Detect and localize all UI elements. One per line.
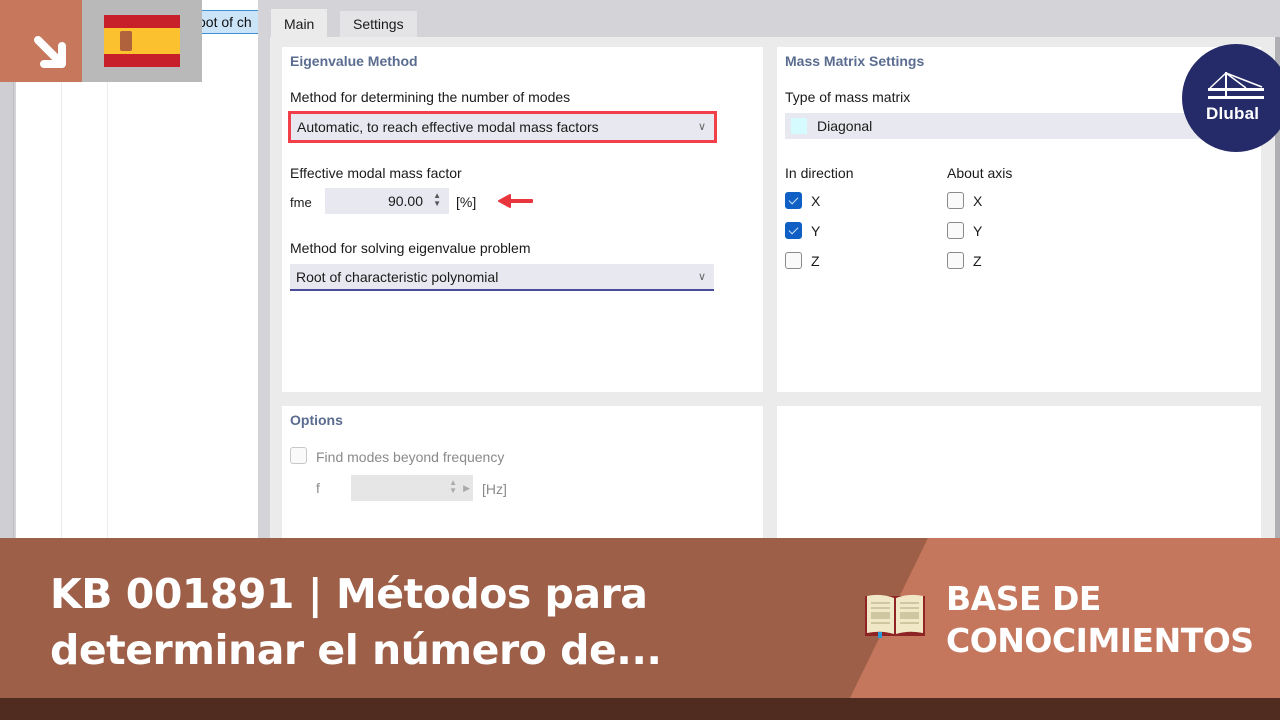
solve-method-dropdown[interactable]: Root of characteristic polynomial ∨ (290, 264, 714, 291)
section-title: Eigenvalue Method (290, 53, 418, 69)
tab-main[interactable]: Main (271, 9, 328, 37)
axis-x-label: X (973, 193, 983, 209)
factor-value: 90.00 (387, 193, 423, 209)
axis-z-checkbox[interactable] (947, 252, 964, 269)
find-modes-label: Find modes beyond frequency (316, 449, 505, 465)
solve-method-label: Method for solving eigenvalue problem (290, 240, 531, 256)
direction-z-checkbox[interactable] (785, 252, 802, 269)
about-axis-label: About axis (947, 165, 1013, 181)
axis-z-label: Z (973, 253, 982, 269)
open-book-icon (865, 594, 925, 638)
factor-label: Effective modal mass factor (290, 165, 462, 181)
find-modes-checkbox[interactable] (290, 447, 307, 464)
annotation-arrow-icon (498, 194, 533, 208)
factor-symbol: fme (290, 195, 312, 210)
in-direction-label: In direction (785, 165, 854, 181)
spain-flag-icon (104, 15, 180, 67)
chevron-down-icon: ∨ (697, 121, 706, 133)
color-swatch (791, 118, 807, 134)
modes-method-label: Method for determining the number of mod… (290, 89, 571, 105)
category-label: BASE DE CONOCIMIENTOS (946, 579, 1254, 660)
direction-z-label: Z (811, 253, 820, 269)
play-arrow-icon[interactable]: ▶ (463, 475, 470, 501)
direction-y-label: Y (811, 223, 821, 239)
corner-badge (0, 0, 82, 82)
section-title: Options (290, 412, 343, 428)
mass-matrix-type-label: Type of mass matrix (785, 89, 911, 105)
direction-x-label: X (811, 193, 821, 209)
language-badge (82, 0, 202, 82)
freq-unit: [Hz] (482, 481, 507, 497)
arrow-down-right-icon (34, 36, 66, 68)
chevron-down-icon: ∨ (697, 271, 706, 283)
options-panel: Options Find modes beyond frequency f ▲ ▼… (282, 406, 763, 546)
eigenvalue-method-panel: Eigenvalue Method Method for determining… (282, 47, 763, 392)
section-title: Mass Matrix Settings (785, 53, 925, 69)
factor-unit: [%] (456, 194, 477, 210)
tab-settings[interactable]: Settings (340, 11, 417, 37)
axis-y-label: Y (973, 223, 983, 239)
footer-strip (0, 698, 1280, 720)
direction-y-checkbox[interactable] (785, 222, 802, 239)
axis-y-checkbox[interactable] (947, 222, 964, 239)
modes-method-value: Automatic, to reach effective modal mass… (297, 119, 599, 135)
tab-bar: Main Settings (270, 0, 1280, 37)
bridge-logo-icon (1208, 72, 1264, 99)
kb-banner: KB 001891 | Métodos para determinar el n… (0, 538, 1280, 698)
modes-method-dropdown[interactable]: Automatic, to reach effective modal mass… (288, 111, 717, 143)
mass-matrix-type-value: Diagonal (817, 118, 873, 134)
axis-x-checkbox[interactable] (947, 192, 964, 209)
factor-spinbox[interactable]: 90.00 ▲ ▼ (325, 188, 449, 214)
tree-selected-item[interactable]: oot of ch (196, 10, 258, 34)
freq-symbol: f (316, 480, 320, 496)
spin-arrows-icon[interactable]: ▲ ▼ (433, 192, 441, 208)
banner-title: KB 001891 | Métodos para determinar el n… (50, 570, 662, 674)
logo-text: Dlubal (1206, 104, 1260, 123)
direction-x-checkbox[interactable] (785, 192, 802, 209)
spin-arrows-icon[interactable]: ▲ ▼ (449, 479, 457, 495)
modal-analysis-settings-dialog: Main Settings Eigenvalue Method Method f… (270, 0, 1280, 546)
empty-panel (777, 406, 1261, 546)
solve-method-value: Root of characteristic polynomial (296, 269, 499, 285)
dlubal-logo: Dlubal (1182, 44, 1280, 152)
frequency-spinbox[interactable]: ▲ ▼ ▶ (351, 475, 473, 501)
